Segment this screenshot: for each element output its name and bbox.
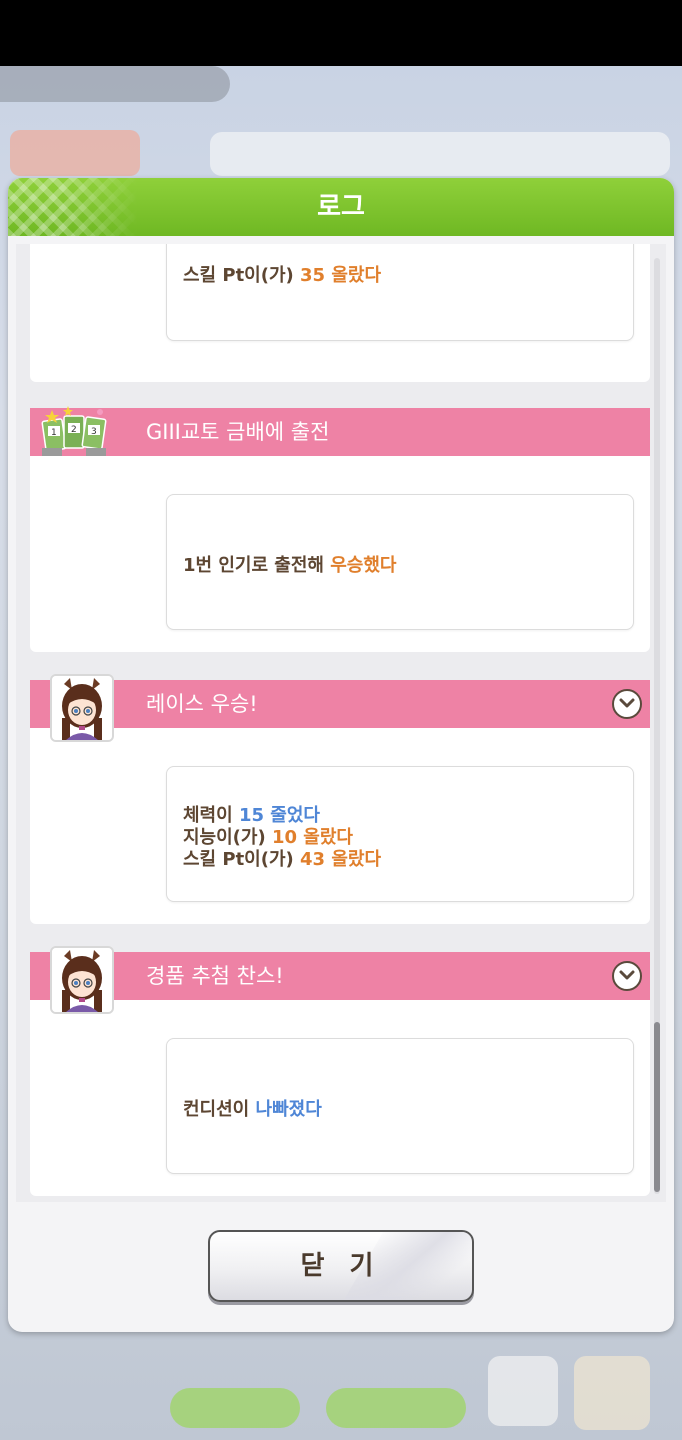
log-entry-title: 레이스 우승! <box>146 692 258 716</box>
log-message-box: 1번 인기로 출전해 우승했다 <box>166 494 634 630</box>
bg-blur-character-button <box>488 1356 558 1426</box>
log-entry-header: 1 2 3 GIII교토 금배에 출전 <box>30 406 650 456</box>
log-message-box: 체력이 15 줄었다 지능이(가) 10 올랐다 스킬 Pt이(가) 43 올랐… <box>166 766 634 902</box>
log-entry-header: 레이스 우승! <box>30 680 650 728</box>
log-scroll-area[interactable]: 스킬 Pt이(가) 35 올랐다 1 2 3 GIII교토 금배에 출전 1번 … <box>16 244 666 1202</box>
close-button[interactable]: 닫 기 <box>208 1230 474 1302</box>
log-dialog: 로그 스킬 Pt이(가) 35 올랐다 1 2 3 GIII교토 금배에 출전 … <box>8 178 674 1332</box>
log-message-box: 컨디션이 나빠졌다 <box>166 1038 634 1174</box>
bg-blur-turn-panel <box>0 66 230 102</box>
character-portrait-icon <box>52 948 112 1012</box>
svg-text:3: 3 <box>91 427 97 437</box>
log-entry: 스킬 Pt이(가) 35 올랐다 <box>30 244 650 382</box>
race-cards-icon: 1 2 3 <box>41 406 107 456</box>
log-entry: 레이스 우승! 체력이 15 줄었다 지능이(가) 10 올랐다 스킬 Pt이(… <box>30 674 650 924</box>
log-entry: 경품 추첨 찬스! 컨디션이 나빠졌다 <box>30 946 650 1196</box>
expand-chevron-button[interactable] <box>612 689 642 719</box>
character-avatar <box>50 946 114 1014</box>
log-message-box: 스킬 Pt이(가) 35 올랐다 <box>166 244 634 341</box>
bg-blur-info-panel <box>210 132 670 176</box>
dialog-title: 로그 <box>317 192 365 222</box>
chevron-down-icon <box>619 970 635 980</box>
bg-blur-menu-button <box>574 1356 650 1430</box>
bg-blur-skip-button <box>170 1388 300 1428</box>
log-message-line: 1번 인기로 출전해 우승했다 <box>183 555 397 576</box>
chevron-down-icon <box>619 698 635 708</box>
log-entry: 1 2 3 GIII교토 금배에 출전 1번 인기로 출전해 우승했다 <box>30 406 650 652</box>
expand-chevron-button[interactable] <box>612 961 642 991</box>
close-button-label: 닫 기 <box>300 1251 382 1281</box>
bg-blur-status-panel <box>10 130 140 176</box>
status-bar <box>0 0 682 66</box>
log-message-line: 컨디션이 나빠졌다 <box>183 1099 322 1120</box>
dialog-header: 로그 <box>8 178 674 236</box>
scrollbar-thumb[interactable] <box>654 1022 660 1192</box>
character-portrait-icon <box>52 676 112 740</box>
log-message-line: 스킬 Pt이(가) 43 올랐다 <box>183 849 382 870</box>
bg-blur-training-button <box>326 1388 466 1428</box>
log-message-line: 스킬 Pt이(가) 35 올랐다 <box>183 265 382 286</box>
log-entry-header: 경품 추첨 찬스! <box>30 952 650 1000</box>
log-entry-title: GIII교토 금배에 출전 <box>146 420 330 444</box>
svg-text:1: 1 <box>51 428 57 438</box>
svg-text:2: 2 <box>71 425 77 435</box>
log-entry-title: 경품 추첨 찬스! <box>146 964 284 988</box>
character-avatar <box>50 674 114 742</box>
